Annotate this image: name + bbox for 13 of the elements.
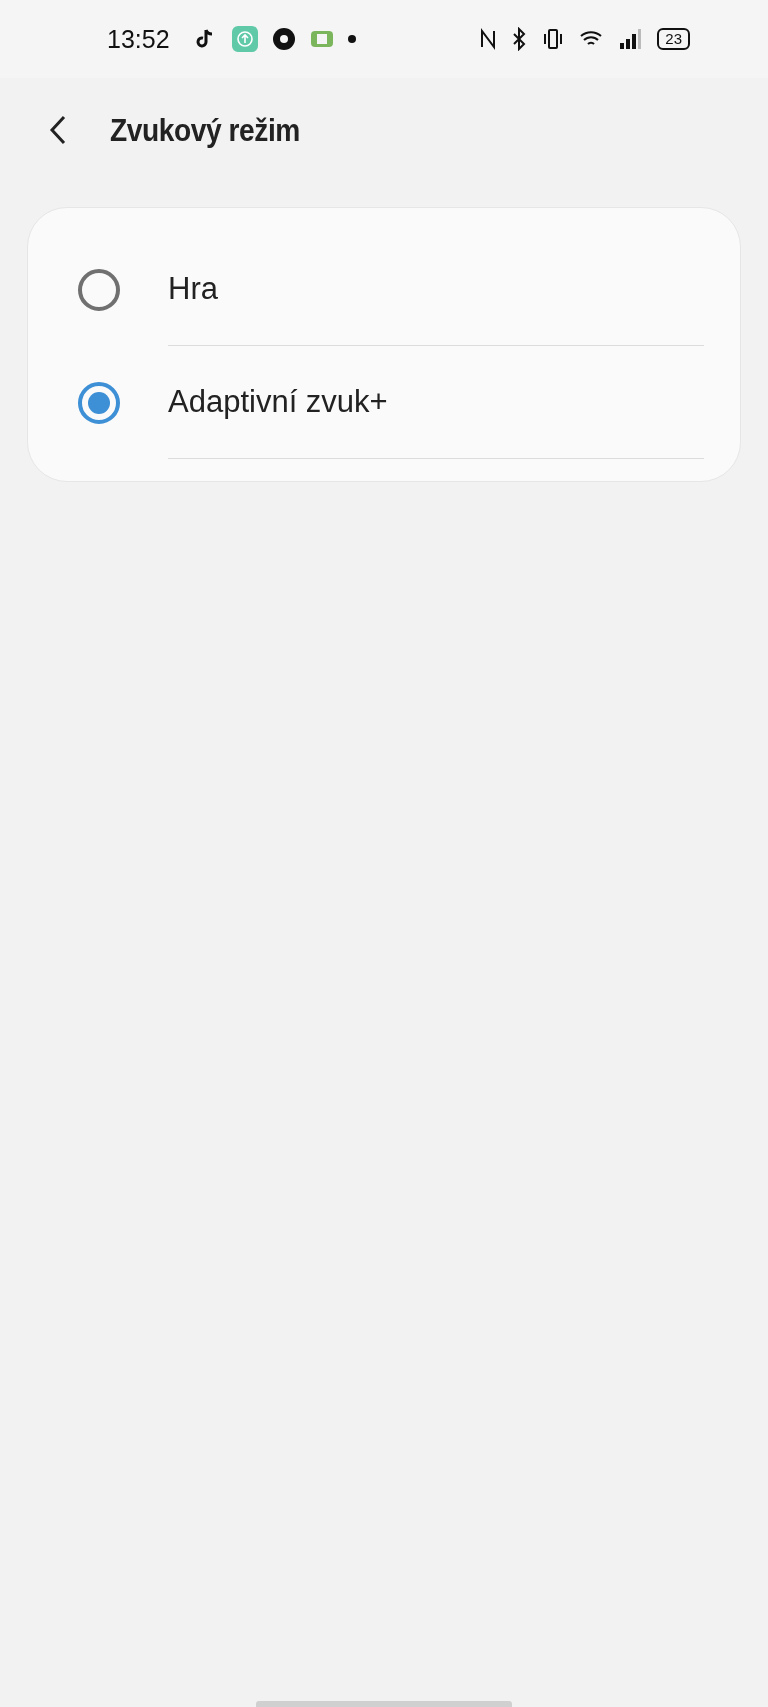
bluetooth-icon bbox=[511, 27, 528, 51]
frame-icon bbox=[309, 30, 334, 48]
option-label[interactable]: Hra bbox=[168, 271, 218, 307]
signal-icon bbox=[619, 28, 644, 50]
upload-icon bbox=[231, 26, 258, 52]
option-label[interactable]: Adaptivní zvuk+ bbox=[168, 384, 388, 420]
radio-button[interactable] bbox=[78, 381, 120, 424]
nfc-icon bbox=[479, 27, 498, 51]
dot-icon bbox=[347, 35, 356, 43]
page-title: Zvukový režim bbox=[110, 111, 300, 149]
battery-level: 23 bbox=[657, 28, 690, 50]
radio-button[interactable] bbox=[78, 268, 120, 311]
status-time: 13:52 bbox=[107, 24, 170, 54]
